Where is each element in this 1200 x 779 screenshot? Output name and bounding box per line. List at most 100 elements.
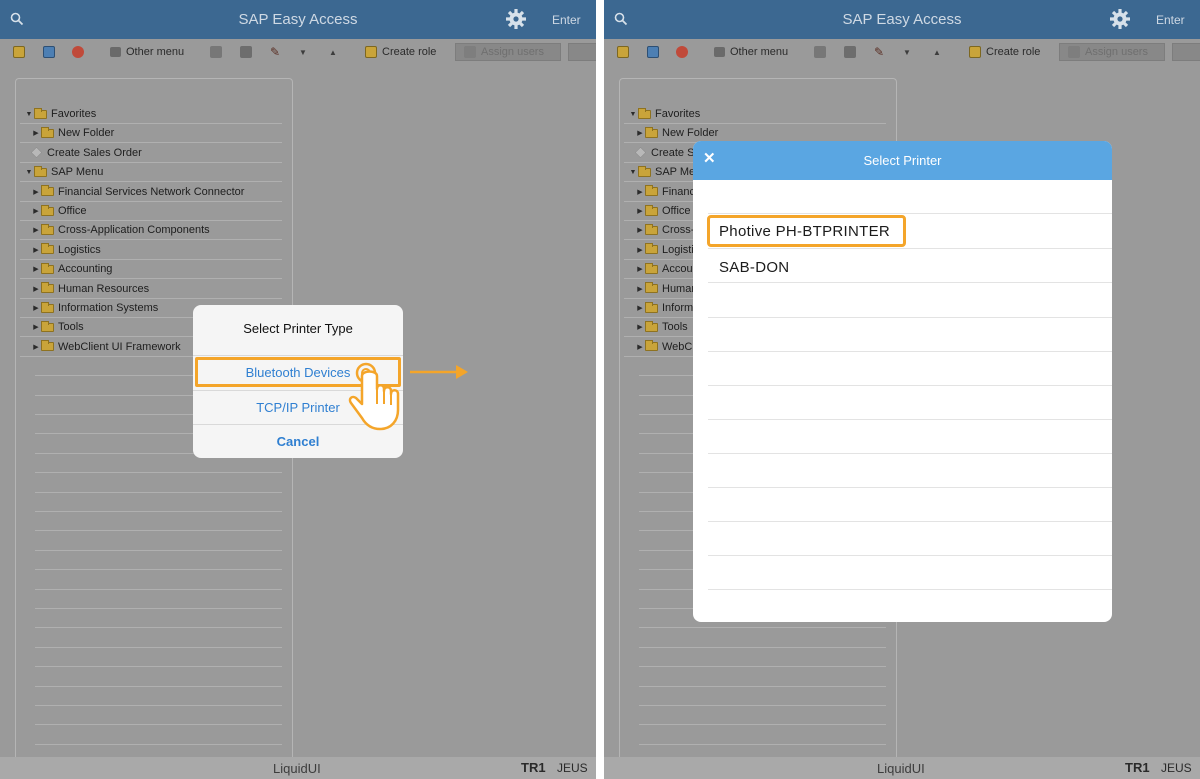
tree-separator [35,530,282,532]
caret-right-icon[interactable]: ▶ [636,265,644,273]
caret-right-icon[interactable]: ▶ [636,207,644,215]
tree-item-6[interactable]: ▶ Information Systems [32,299,158,317]
caret-right-icon[interactable]: ▶ [32,207,40,215]
pencil-icon[interactable]: ✎ [874,44,884,60]
toolbar-icon-2[interactable] [43,44,55,60]
toolbar-icon-2[interactable] [647,44,659,60]
folder-icon [41,320,54,332]
tree-item-label: Logistics [58,243,101,256]
enter-button[interactable]: Enter [1156,13,1185,27]
toolbar-icon-1[interactable] [617,44,629,60]
tree-item-4[interactable]: ▶ Accou [636,260,693,278]
create-role-button[interactable]: Create role [365,44,436,60]
toolbar-icon-4[interactable] [814,44,826,60]
dialog-title: Select Printer [863,153,942,168]
tree-item-1[interactable]: ▶ Office [32,202,87,220]
caret-down-icon[interactable]: ▼ [25,111,33,118]
caret-right-icon[interactable]: ▶ [32,285,40,293]
tree-item-7[interactable]: ▶ Tools [636,318,688,336]
assign-users-button[interactable]: Assign users [1059,43,1165,61]
caret-down-icon[interactable]: ▼ [629,111,637,118]
tree-item-8[interactable]: ▶ WebCl [636,338,695,356]
caret-right-icon[interactable]: ▶ [32,226,40,234]
tree-item-label: Tools [58,321,84,334]
folder-icon [645,301,658,313]
tree-item-3[interactable]: ▶ Logisti [636,241,694,259]
tree-item-2[interactable]: ▶ Cross-Application Components [32,221,210,239]
toolbar-icon-5[interactable] [844,44,856,60]
caret-right-icon[interactable]: ▶ [32,246,40,254]
tree-item-0[interactable]: ▶ Financial Services Network Connector [32,183,244,201]
toolbar: Other menu ✎ ▼ ▲ Create role Assign user… [0,39,596,65]
enter-button[interactable]: Enter [552,13,581,27]
toolbar-icon-3[interactable] [676,44,688,60]
caret-right-icon[interactable]: ▶ [636,246,644,254]
tree-item-2[interactable]: ▶ Cross- [636,221,694,239]
caret-down-icon[interactable]: ▼ [25,169,33,176]
list-separator [708,385,1112,386]
caret-right-icon[interactable]: ▶ [636,129,644,137]
caret-right-icon[interactable]: ▶ [32,323,40,331]
tree-item-8[interactable]: ▶ WebClient UI Framework [32,338,181,356]
toolbar-overflow-button[interactable] [1172,43,1200,61]
chevron-down-icon[interactable]: ▼ [903,44,911,60]
tree-item-label: Office [58,205,87,217]
tree-item-1[interactable]: ▶ Office [636,202,691,220]
caret-right-icon[interactable]: ▶ [636,304,644,312]
toolbar-icon-3[interactable] [72,44,84,60]
caret-right-icon[interactable]: ▶ [32,304,40,312]
caret-right-icon[interactable]: ▶ [32,343,40,351]
printer-item-sab-don[interactable]: SAB-DON [719,259,789,276]
tree-item-new-folder[interactable]: ▶ New Folder [636,124,718,142]
tree-separator [639,646,886,648]
create-role-button[interactable]: Create role [969,44,1040,60]
tree-item-5[interactable]: ▶ Human [636,280,697,298]
tree-item-sap-menu[interactable]: ▼ SAP Men [629,163,701,181]
tree-item-create-sales-order[interactable]: Create S [629,144,694,162]
gear-icon[interactable] [1109,8,1131,30]
tree-item-7[interactable]: ▶ Tools [32,318,84,336]
tree-item-create-sales-order[interactable]: Create Sales Order [25,144,142,162]
tree-item-6[interactable]: ▶ Inform [636,299,693,317]
gear-icon[interactable] [505,8,527,30]
folder-icon [638,107,651,119]
caret-right-icon[interactable]: ▶ [32,129,40,137]
caret-down-icon[interactable]: ▼ [629,169,637,176]
tree-item-label: Information Systems [58,302,159,314]
caret-right-icon[interactable]: ▶ [636,285,644,293]
toolbar-icon-5[interactable] [240,44,252,60]
tree-item-5[interactable]: ▶ Human Resources [32,280,149,298]
tree-item-favorites[interactable]: ▼ Favorites [25,105,96,123]
cancel-button[interactable]: Cancel [193,434,403,449]
tree-item-4[interactable]: ▶ Accounting [32,260,112,278]
list-separator [708,453,1112,454]
status-footer: LiquidUI TR1 JEUS [0,757,596,779]
chevron-down-icon[interactable]: ▼ [299,44,307,60]
tree-item-sap-menu[interactable]: ▼ SAP Menu [25,163,103,181]
folder-icon [645,126,658,138]
tree-item-favorites[interactable]: ▼ Favorites [629,105,700,123]
toolbar-overflow-button[interactable] [568,43,596,61]
toolbar-icon-1[interactable] [13,44,25,60]
other-menu-button[interactable]: Other menu [110,44,184,60]
left-screen: SAP Easy Access Enter Other menu ✎ ▼ ▲ C… [0,0,596,779]
tree-separator [35,491,282,493]
caret-right-icon[interactable]: ▶ [636,226,644,234]
tree-separator [35,549,282,551]
chevron-up-icon[interactable]: ▲ [329,44,337,60]
caret-right-icon[interactable]: ▶ [32,265,40,273]
assign-users-button[interactable]: Assign users [455,43,561,61]
folder-icon [41,243,54,255]
tree-item-new-folder[interactable]: ▶ New Folder [32,124,114,142]
folder-icon [41,185,54,197]
tree-item-3[interactable]: ▶ Logistics [32,241,101,259]
caret-right-icon[interactable]: ▶ [636,343,644,351]
chevron-up-icon[interactable]: ▲ [933,44,941,60]
caret-right-icon[interactable]: ▶ [636,323,644,331]
other-menu-button[interactable]: Other menu [714,44,788,60]
toolbar-icon-4[interactable] [210,44,222,60]
caret-right-icon[interactable]: ▶ [32,188,40,196]
tree-item-0[interactable]: ▶ Financ [636,183,695,201]
caret-right-icon[interactable]: ▶ [636,188,644,196]
pencil-icon[interactable]: ✎ [270,44,280,60]
